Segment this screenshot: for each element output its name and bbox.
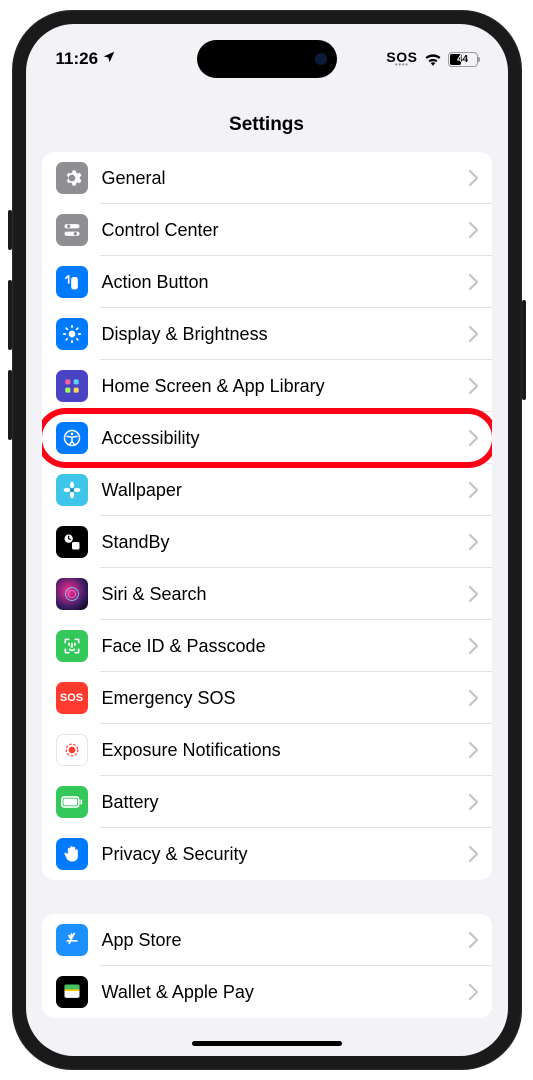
grid-icon [56,370,88,402]
row-label: Battery [102,792,469,813]
chevron-right-icon [469,534,478,550]
chevron-right-icon [469,430,478,446]
flower-icon [56,474,88,506]
row-control-center[interactable]: Control Center [42,204,492,256]
row-label: Face ID & Passcode [102,636,469,657]
chevron-right-icon [469,482,478,498]
row-app-store[interactable]: App Store [42,914,492,966]
front-camera [315,53,327,65]
silence-switch [8,210,12,250]
wifi-icon [424,52,442,66]
chevron-right-icon [469,274,478,290]
volume-down-button [8,370,12,440]
chevron-right-icon [469,638,478,654]
chevron-right-icon [469,984,478,1000]
status-time: 11:26 [56,49,99,69]
row-battery[interactable]: Battery [42,776,492,828]
row-label: Display & Brightness [102,324,469,345]
chevron-right-icon [469,742,478,758]
row-label: Control Center [102,220,469,241]
status-left: 11:26 [56,49,117,69]
row-label: StandBy [102,532,469,553]
faceid-icon [56,630,88,662]
row-faceid-passcode[interactable]: Face ID & Passcode [42,620,492,672]
chevron-right-icon [469,222,478,238]
sos-indicator: SOS •••• [386,50,417,69]
row-label: Exposure Notifications [102,740,469,761]
exposure-icon [56,734,88,766]
sos-icon: SOS [56,682,88,714]
chevron-right-icon [469,170,478,186]
row-label: Siri & Search [102,584,469,605]
chevron-right-icon [469,326,478,342]
row-privacy-security[interactable]: Privacy & Security [42,828,492,880]
status-right: SOS •••• 44 [386,50,477,69]
battery-icon: 44 [448,52,478,67]
dynamic-island [197,40,337,78]
hand-icon [56,838,88,870]
row-label: Wallpaper [102,480,469,501]
row-general[interactable]: General [42,152,492,204]
row-label: General [102,168,469,189]
chevron-right-icon [469,932,478,948]
row-label: Accessibility [102,428,469,449]
gear-icon [56,162,88,194]
location-icon [102,49,116,69]
action-icon [56,266,88,298]
row-accessibility[interactable]: Accessibility [42,412,492,464]
appstore-icon [56,924,88,956]
row-exposure-notifications[interactable]: Exposure Notifications [42,724,492,776]
brightness-icon [56,318,88,350]
chevron-right-icon [469,846,478,862]
chevron-right-icon [469,690,478,706]
slider-icon [56,214,88,246]
chevron-right-icon [469,586,478,602]
row-label: Emergency SOS [102,688,469,709]
chevron-right-icon [469,378,478,394]
row-label: Wallet & Apple Pay [102,982,469,1003]
row-label: Action Button [102,272,469,293]
chevron-right-icon [469,794,478,810]
volume-up-button [8,280,12,350]
page-title: Settings [26,82,508,152]
accessibility-icon [56,422,88,454]
settings-list[interactable]: General Control Center Action Button [26,152,508,1052]
row-standby[interactable]: StandBy [42,516,492,568]
row-label: Privacy & Security [102,844,469,865]
standby-icon [56,526,88,558]
wallet-icon [56,976,88,1008]
row-home-screen[interactable]: Home Screen & App Library [42,360,492,412]
siri-icon [56,578,88,610]
phone-frame: 11:26 SOS •••• 44 Settings [12,10,522,1070]
row-label: App Store [102,930,469,951]
row-wallpaper[interactable]: Wallpaper [42,464,492,516]
row-emergency-sos[interactable]: SOS Emergency SOS [42,672,492,724]
power-button [522,300,526,400]
battery-icon [56,786,88,818]
screen: 11:26 SOS •••• 44 Settings [26,24,508,1056]
row-wallet-pay[interactable]: Wallet & Apple Pay [42,966,492,1018]
row-label: Home Screen & App Library [102,376,469,397]
row-display-brightness[interactable]: Display & Brightness [42,308,492,360]
settings-group-1: General Control Center Action Button [42,152,492,880]
home-indicator[interactable] [192,1041,342,1046]
row-siri-search[interactable]: Siri & Search [42,568,492,620]
settings-group-2: App Store Wallet & Apple Pay [42,914,492,1018]
row-action-button[interactable]: Action Button [42,256,492,308]
